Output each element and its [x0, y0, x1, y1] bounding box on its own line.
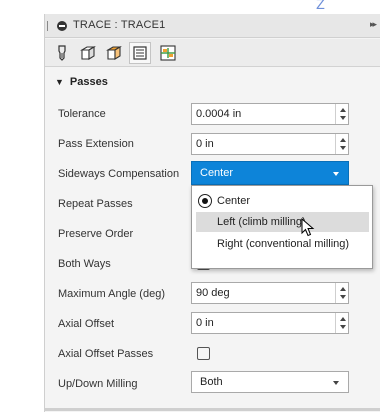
dropdown-option-right[interactable]: Right (conventional milling): [196, 234, 369, 254]
sideways-compensation-label: Sideways Compensation: [58, 168, 180, 180]
passes-section-header[interactable]: ▼ Passes: [55, 76, 108, 88]
maximum-angle-label: Maximum Angle (deg): [58, 288, 165, 300]
tab-tool[interactable]: [51, 42, 73, 64]
panel-title: TRACE : TRACE1: [73, 19, 166, 31]
pass-extension-spinner[interactable]: [335, 134, 348, 154]
both-ways-label: Both Ways: [58, 258, 111, 270]
pass-extension-value: 0 in: [196, 138, 214, 150]
spin-up-icon[interactable]: [340, 317, 346, 321]
spin-down-icon[interactable]: [340, 116, 346, 120]
option-label: Left (climb milling): [217, 216, 306, 228]
chevron-down-icon[interactable]: [333, 172, 339, 176]
tolerance-spinner[interactable]: [335, 104, 348, 124]
pass-extension-field[interactable]: 0 in: [191, 133, 349, 155]
mouse-cursor-icon: [301, 218, 315, 237]
up-down-milling-value: Both: [200, 376, 223, 388]
axial-offset-field[interactable]: 0 in: [191, 312, 349, 334]
maximum-angle-spinner[interactable]: [335, 283, 348, 303]
z-axis-label: Z: [316, 0, 325, 13]
tolerance-label: Tolerance: [58, 108, 106, 120]
sideways-compensation-dropdown: Center Left (climb milling) Right (conve…: [191, 185, 373, 269]
maximum-angle-value: 90 deg: [196, 287, 230, 299]
tab-linking[interactable]: [157, 42, 179, 64]
radio-selected-icon: [198, 194, 212, 208]
axial-offset-value: 0 in: [196, 317, 214, 329]
chevron-down-icon[interactable]: [333, 381, 339, 385]
option-label: Center: [217, 195, 251, 207]
panel-bottom-divider: [45, 408, 380, 411]
pass-extension-label: Pass Extension: [58, 138, 134, 150]
dropdown-option-center[interactable]: Center: [196, 191, 369, 211]
sideways-compensation-value: Center: [200, 167, 234, 179]
tab-geometry[interactable]: [77, 42, 99, 64]
spin-down-icon[interactable]: [340, 325, 346, 329]
axial-offset-label: Axial Offset: [58, 318, 115, 330]
section-title: Passes: [69, 76, 108, 88]
tool-icon: [58, 45, 66, 61]
spin-down-icon[interactable]: [340, 146, 346, 150]
tolerance-field[interactable]: 0.0004 in: [191, 103, 349, 125]
geometry-icon: [80, 46, 96, 60]
operation-icon: [57, 21, 67, 31]
axial-offset-passes-checkbox[interactable]: [197, 347, 210, 360]
repeat-passes-label: Repeat Passes: [58, 198, 133, 210]
tab-heights[interactable]: [103, 42, 125, 64]
tolerance-value: 0.0004 in: [196, 108, 242, 120]
spin-up-icon[interactable]: [340, 138, 346, 142]
up-down-milling-label: Up/Down Milling: [58, 378, 138, 390]
dropdown-option-left[interactable]: Left (climb milling): [196, 212, 369, 232]
grip-icon[interactable]: [47, 21, 49, 31]
trace-properties-panel: TRACE : TRACE1 ▸▸ ▼ Passes Tolerance 0.0…: [44, 14, 380, 412]
axial-offset-spinner[interactable]: [335, 313, 348, 333]
tab-passes[interactable]: [129, 42, 151, 64]
maximum-angle-field[interactable]: 90 deg: [191, 282, 349, 304]
panel-titlebar[interactable]: TRACE : TRACE1 ▸▸: [45, 14, 380, 38]
axial-offset-passes-label: Axial Offset Passes: [58, 348, 154, 360]
spin-down-icon[interactable]: [340, 295, 346, 299]
linking-icon: [160, 45, 176, 61]
collapse-triangle-icon[interactable]: ▼: [55, 77, 64, 87]
option-label: Right (conventional milling): [217, 238, 350, 250]
spin-up-icon[interactable]: [340, 108, 346, 112]
spin-up-icon[interactable]: [340, 287, 346, 291]
passes-icon: [133, 46, 147, 60]
up-down-milling-select[interactable]: Both: [191, 371, 349, 393]
preserve-order-label: Preserve Order: [58, 228, 134, 240]
tab-bar: [45, 39, 380, 67]
expand-icon[interactable]: ▸▸: [370, 19, 377, 30]
sideways-compensation-select[interactable]: Center: [191, 161, 349, 185]
heights-icon: [106, 46, 122, 60]
